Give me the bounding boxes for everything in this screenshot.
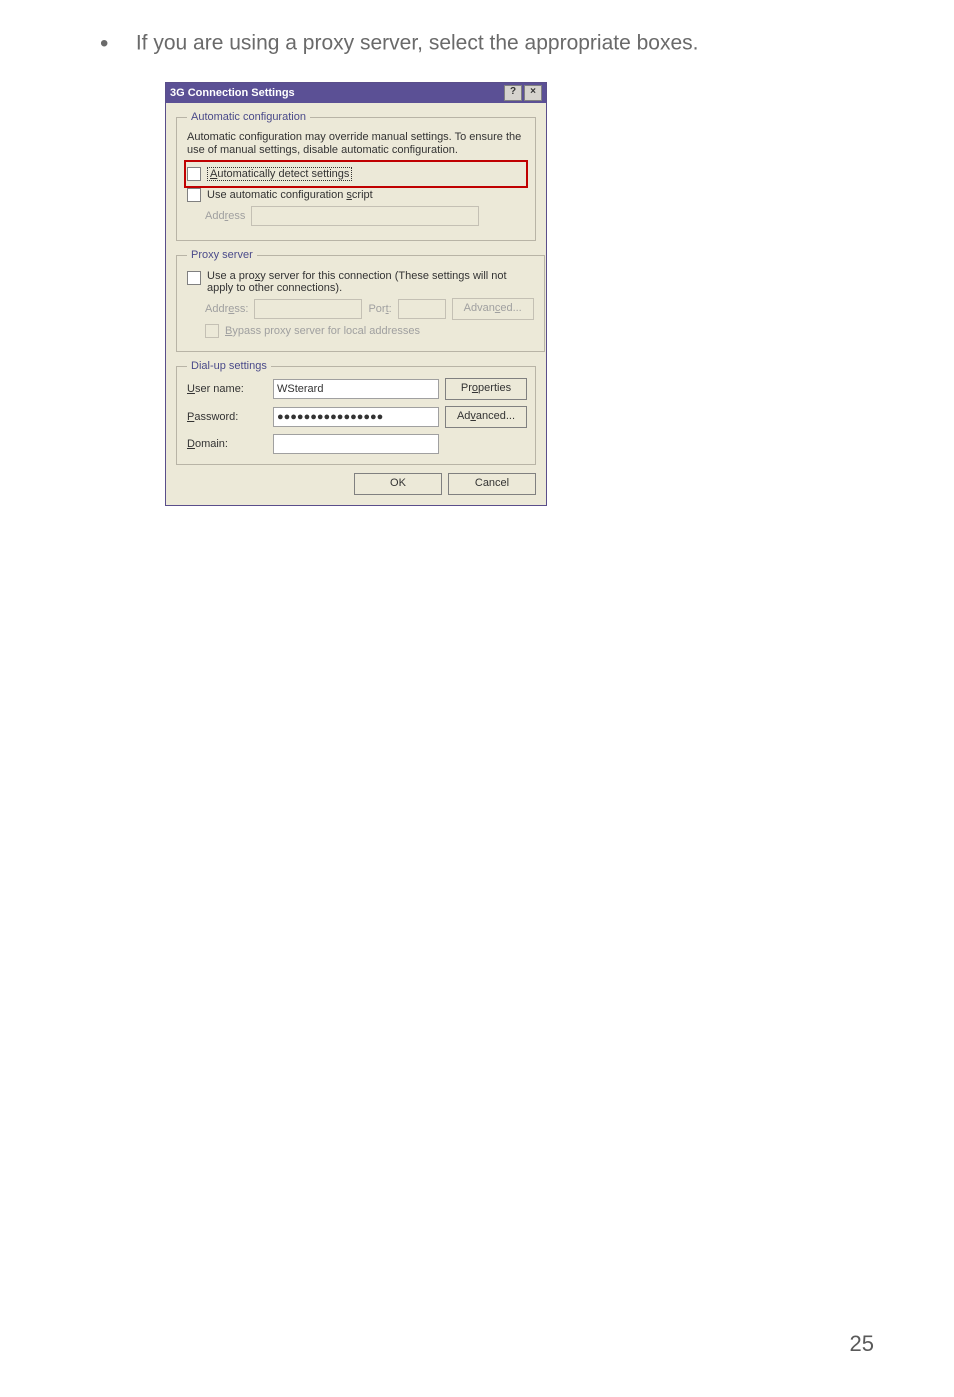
auto-address-row: Address <box>205 206 525 226</box>
proxy-port-label: Port: <box>368 303 391 315</box>
proxy-address-label: Address: <box>205 303 248 315</box>
proxy-port-input <box>398 299 446 319</box>
dialup-grid: User name: WSterard Properties Password:… <box>187 378 525 454</box>
use-proxy-row[interactable]: Use a proxy server for this connection (… <box>187 270 534 294</box>
auto-script-label: Use automatic configuration script <box>207 189 373 201</box>
dialog-title: 3G Connection Settings <box>170 83 295 103</box>
username-label: User name: <box>187 383 267 395</box>
dialup-settings-group: Dial-up settings User name: WSterard Pro… <box>176 360 536 465</box>
bullet-icon: • <box>100 30 130 58</box>
instruction-text: If you are using a proxy server, select … <box>136 32 699 55</box>
password-label: Password: <box>187 411 267 423</box>
help-button[interactable]: ? <box>504 85 522 101</box>
use-proxy-label: Use a proxy server for this connection (… <box>207 270 534 294</box>
automatic-configuration-group: Automatic configuration Automatic config… <box>176 111 536 241</box>
password-input[interactable]: ●●●●●●●●●●●●●●●● <box>273 407 439 427</box>
connection-settings-dialog: 3G Connection Settings ? × Automatic con… <box>165 82 547 506</box>
auto-config-description: Automatic configuration may override man… <box>187 131 525 157</box>
close-button[interactable]: × <box>524 85 542 101</box>
cancel-button[interactable]: Cancel <box>448 473 536 495</box>
bypass-label: Bypass proxy server for local addresses <box>225 325 420 337</box>
proxy-server-group: Proxy server Use a proxy server for this… <box>176 249 545 352</box>
proxy-address-row: Address: Port: Advanced... <box>205 298 534 320</box>
bypass-proxy-row: Bypass proxy server for local addresses <box>205 324 534 338</box>
auto-detect-row[interactable]: Automatically detect settings <box>187 167 525 181</box>
proxy-legend: Proxy server <box>187 249 257 261</box>
instruction-line: • If you are using a proxy server, selec… <box>100 30 860 58</box>
dialog-body: Automatic configuration Automatic config… <box>166 103 546 505</box>
checkbox-icon[interactable] <box>187 188 201 202</box>
auto-config-legend: Automatic configuration <box>187 111 310 123</box>
dialup-legend: Dial-up settings <box>187 360 271 372</box>
highlight-box: Automatically detect settings <box>187 163 525 185</box>
proxy-advanced-button: Advanced... <box>452 298 534 320</box>
checkbox-icon[interactable] <box>187 167 201 181</box>
auto-address-input <box>251 206 479 226</box>
ok-button[interactable]: OK <box>354 473 442 495</box>
checkbox-icon <box>205 324 219 338</box>
auto-script-row[interactable]: Use automatic configuration script <box>187 188 525 202</box>
titlebar: 3G Connection Settings ? × <box>166 83 546 103</box>
domain-label: Domain: <box>187 438 267 450</box>
checkbox-icon[interactable] <box>187 271 201 285</box>
system-icons: ? × <box>504 85 542 101</box>
dialup-advanced-button[interactable]: Advanced... <box>445 406 527 428</box>
page-number: 25 <box>850 1331 874 1357</box>
auto-detect-label: Automatically detect settings <box>207 167 352 181</box>
domain-input[interactable] <box>273 434 439 454</box>
auto-address-label: Address <box>205 210 245 222</box>
properties-button[interactable]: Properties <box>445 378 527 400</box>
username-input[interactable]: WSterard <box>273 379 439 399</box>
proxy-address-input <box>254 299 362 319</box>
dialog-footer: OK Cancel <box>176 473 536 495</box>
